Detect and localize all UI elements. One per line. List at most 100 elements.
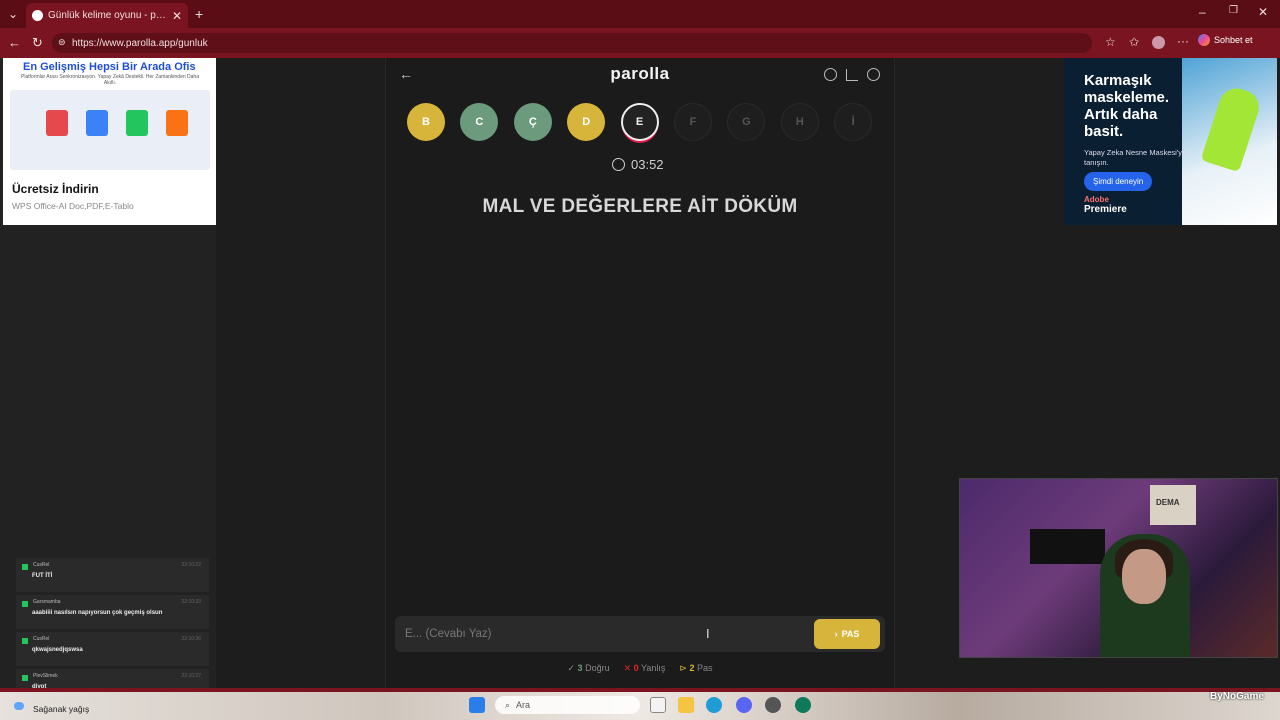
- close-window-icon[interactable]: ✕: [1258, 6, 1268, 18]
- task-view-icon[interactable]: [650, 697, 666, 713]
- profile-avatar[interactable]: [1152, 36, 1165, 49]
- bynogame-watermark: ByNoGame: [1210, 691, 1264, 702]
- browser-tab[interactable]: Günlük kelime oyunu - parolla - K ✕: [26, 3, 188, 28]
- tab-bar: [0, 0, 1280, 28]
- left-ad-screenshot: [10, 90, 210, 170]
- taskbar: [0, 688, 1280, 720]
- parolla-favicon-icon: [32, 10, 43, 21]
- correct-count: 3: [577, 663, 583, 673]
- chat-message: Garsmamba 22:10:33 aaabiiii nasılsın napıy…: [16, 595, 209, 629]
- tab-title: Günlük kelime oyunu - parolla - K: [48, 10, 168, 21]
- pass-stat: ⊳ 2 Pas: [679, 663, 713, 673]
- site-info-icon[interactable]: ⊜: [58, 38, 66, 47]
- stats-chart-icon[interactable]: [846, 69, 858, 81]
- copilot-icon: [1198, 34, 1210, 46]
- wps-spreadsheet-icon: [126, 110, 148, 136]
- letter-circle: Ç: [513, 103, 552, 141]
- close-tab-icon[interactable]: ✕: [172, 9, 182, 23]
- background-monitor: [1030, 529, 1105, 564]
- minimize-icon[interactable]: –: [1199, 6, 1206, 18]
- wps-pdf-icon: [46, 110, 68, 136]
- discord-icon[interactable]: [736, 697, 752, 713]
- info-icon[interactable]: [824, 68, 837, 81]
- left-ad-headline: En Gelişmiş Hepsi Bir Arada Ofis: [23, 61, 196, 73]
- wrong-label: Yanlış: [641, 663, 666, 673]
- correct-label: Doğru: [585, 663, 610, 673]
- taskbar-search[interactable]: ⌕ Ara: [495, 696, 640, 714]
- score-stats: ✓ 3 Doğru ✕ 0 Yanlış ⊳ 2 Pas: [385, 663, 895, 674]
- file-explorer-icon[interactable]: [678, 697, 694, 713]
- pass-count: 2: [689, 663, 695, 673]
- wps-presentation-icon: [166, 110, 188, 136]
- left-ad-cta[interactable]: Ücretsiz İndirin: [12, 182, 99, 196]
- windows-start-icon[interactable]: [469, 697, 485, 713]
- right-advertisement[interactable]: Karmaşık maskeleme. Artık daha basit. Ya…: [1064, 58, 1277, 225]
- letter-circle: D: [567, 103, 606, 141]
- search-icon: ⌕: [505, 699, 511, 710]
- pass-button[interactable]: › PAS: [814, 619, 880, 649]
- refresh-icon[interactable]: ↻: [32, 36, 43, 49]
- letter-circle: İ: [834, 103, 873, 141]
- timer-value: 03:52: [631, 157, 664, 172]
- profile-icon[interactable]: [867, 68, 880, 81]
- right-ad-button[interactable]: Şimdi deneyin: [1084, 172, 1153, 191]
- answer-input[interactable]: [405, 624, 795, 644]
- more-menu-icon[interactable]: ···: [1177, 35, 1189, 47]
- edge-browser-icon[interactable]: [706, 697, 722, 713]
- left-ad-description: WPS Office-AI Doc,PDF,E-Tablo: [12, 201, 134, 211]
- wall-poster: DEMA: [1150, 485, 1196, 525]
- restore-icon[interactable]: ❐: [1229, 6, 1238, 16]
- app-icon[interactable]: [795, 697, 811, 713]
- weather-text[interactable]: Sağanak yağış: [33, 704, 89, 714]
- adobe-brand-bottom: Premiere: [1084, 204, 1127, 215]
- obs-icon[interactable]: [765, 697, 781, 713]
- tab-list-chevron-icon[interactable]: ⌄: [8, 8, 18, 20]
- correct-stat: ✓ 3 Doğru: [567, 663, 610, 673]
- game-panel: [385, 58, 895, 688]
- copilot-chat-button[interactable]: Sohbet et: [1198, 34, 1253, 46]
- letter-circle: F: [674, 103, 712, 141]
- text-cursor-icon: I: [706, 626, 710, 641]
- favorite-star-icon[interactable]: ☆: [1105, 36, 1116, 48]
- left-ad-subline: Platformlar Arası Senkronizasyon. Yapay …: [21, 74, 199, 86]
- letter-circle: B: [407, 103, 445, 141]
- chat-message: CusRel 22:10:22 FUT İTİ: [16, 558, 209, 592]
- chat-message: CusRel 22:10:36 qkwajsnedjqswsa: [16, 632, 209, 666]
- right-ad-body: Yapay Zeka Nesne Maskesi'yle tanışın.: [1084, 148, 1188, 167]
- copilot-chat-label: Sohbet et: [1214, 35, 1253, 45]
- chat-text: FUT İTİ: [32, 573, 53, 579]
- kick-badge-icon: [22, 564, 28, 570]
- letter-circle: E: [620, 103, 659, 141]
- snowboarder-image: [1200, 83, 1264, 173]
- answer-box: [395, 616, 885, 652]
- kick-badge-icon: [22, 638, 28, 644]
- kick-badge-icon: [22, 601, 28, 607]
- favorites-icon[interactable]: ✩: [1129, 36, 1139, 48]
- chat-user: CusRel: [33, 562, 50, 568]
- chat-user: CusRel: [33, 636, 50, 642]
- pass-label: Pas: [696, 663, 713, 673]
- url-bar[interactable]: https://www.parolla.app/gunluk: [52, 33, 1092, 53]
- right-ad-headline: Karmaşık maskeleme. Artık daha basit.: [1084, 72, 1170, 140]
- webcam-overlay: DEMA: [959, 478, 1278, 658]
- kick-badge-icon: [22, 675, 28, 681]
- streamer-face: [1122, 549, 1166, 604]
- back-icon[interactable]: ←: [8, 36, 21, 49]
- chevron-right-icon: ›: [834, 629, 838, 639]
- right-ad-artwork: [1182, 58, 1277, 225]
- weather-rain-icon: [14, 702, 24, 710]
- url-text: https://www.parolla.app/gunluk: [72, 37, 208, 49]
- chat-text: qkwajsnedjqswsa: [32, 647, 83, 653]
- left-advertisement[interactable]: En Gelişmiş Hepsi Bir Arada Ofis Platfor…: [3, 58, 216, 225]
- chat-user: Garsmamba: [33, 599, 61, 605]
- clock-icon: [612, 158, 625, 171]
- pass-button-label: PAS: [841, 629, 860, 639]
- chat-time: 22:10:36: [181, 636, 201, 642]
- adobe-premiere-logo: Adobe Premiere: [1084, 195, 1127, 215]
- chat-time: 22:10:22: [181, 562, 201, 568]
- letter-circle: H: [780, 103, 819, 141]
- new-tab-icon[interactable]: +: [195, 7, 203, 21]
- parolla-logo[interactable]: parolla: [385, 64, 895, 84]
- taskbar-search-label: Ara: [516, 700, 531, 710]
- chat-user: PlevSlimek: [33, 673, 58, 679]
